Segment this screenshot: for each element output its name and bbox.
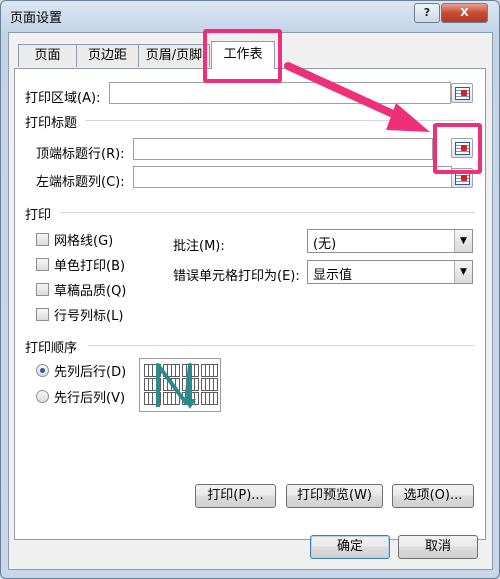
print-button[interactable]: 打印(P)... [195, 484, 276, 508]
draft-quality-checkbox[interactable] [36, 283, 49, 296]
comments-select[interactable]: (无) ▼ [307, 229, 473, 253]
print-titles-heading: 打印标题 [25, 116, 78, 131]
title-cols-input[interactable] [133, 166, 452, 188]
divider [85, 120, 475, 121]
options-button[interactable]: 选项(O)... [392, 484, 474, 508]
order-arrow-icon [156, 363, 196, 409]
down-then-over-radio[interactable] [36, 364, 49, 377]
print-preview-button[interactable]: 打印预览(W) [286, 484, 383, 508]
down-then-over-label: 先列后行(D) [54, 365, 127, 380]
chevron-down-icon[interactable]: ▼ [454, 230, 472, 252]
tab-page[interactable]: 页面 [18, 44, 77, 67]
cell-errors-select[interactable]: 显示值 ▼ [307, 260, 473, 284]
print-area-label: 打印区域(A): [25, 91, 101, 106]
help-button[interactable]: ? [414, 3, 440, 23]
black-white-checkbox[interactable] [36, 258, 49, 271]
collapse-dialog-icon[interactable] [451, 168, 473, 188]
print-area-input[interactable] [109, 82, 451, 104]
divider [88, 345, 475, 346]
cell-errors-label: 错误单元格打印为(E): [173, 269, 300, 284]
tab-sheet[interactable]: 工作表 [211, 41, 275, 69]
row-col-headings-checkbox[interactable] [36, 308, 49, 321]
title-rows-input[interactable] [133, 138, 433, 160]
title-cols-label: 左端标题列(C): [36, 175, 125, 190]
page-order-heading: 打印顺序 [25, 341, 78, 356]
print-heading: 打印 [25, 208, 52, 223]
over-then-down-label: 先行后列(V) [54, 391, 126, 406]
cancel-button[interactable]: 取消 [398, 535, 478, 559]
ok-button[interactable]: 确定 [310, 535, 390, 559]
title-rows-label: 顶端标题行(R): [36, 147, 125, 162]
tab-header-footer[interactable]: 页眉/页脚 [138, 44, 210, 67]
gridlines-label: 网格线(G) [54, 234, 114, 249]
cell-errors-value: 显示值 [313, 268, 353, 283]
row-col-headings-label: 行号列标(L) [54, 309, 124, 324]
over-then-down-radio[interactable] [36, 390, 49, 403]
comments-value: (无) [313, 237, 337, 252]
black-white-label: 单色打印(B) [54, 259, 126, 274]
tab-margins[interactable]: 页边距 [76, 44, 139, 67]
draft-quality-label: 草稿品质(Q) [54, 284, 127, 299]
collapse-dialog-icon[interactable] [451, 138, 473, 158]
gridlines-checkbox[interactable] [36, 233, 49, 246]
chevron-down-icon[interactable]: ▼ [454, 261, 472, 283]
collapse-dialog-icon[interactable] [451, 83, 473, 103]
page-order-preview-icon [139, 358, 221, 412]
dialog-title: 页面设置 [10, 11, 63, 26]
divider [60, 212, 475, 213]
close-button[interactable]: X [441, 3, 488, 23]
comments-label: 批注(M): [173, 239, 225, 254]
